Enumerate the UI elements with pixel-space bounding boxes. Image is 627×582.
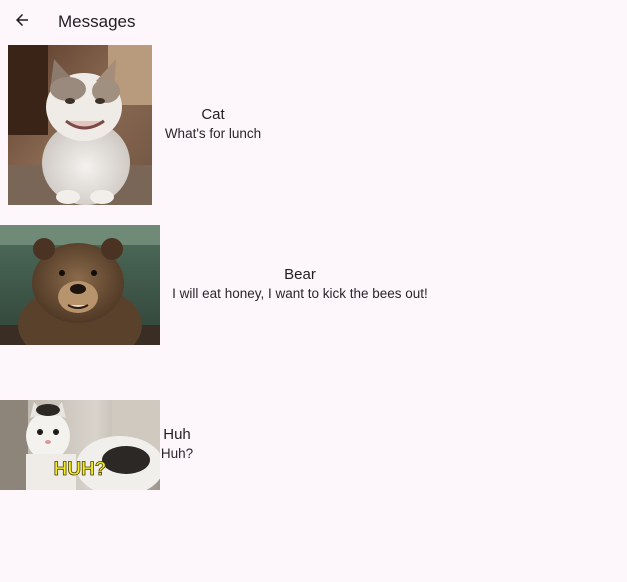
sender-name: Cat [201,106,225,123]
sender-name: Bear [284,266,316,283]
message-item[interactable]: Cat What's for lunch [0,45,627,205]
message-text: Huh Huh? [160,425,194,463]
message-text: Cat What's for lunch [160,105,266,143]
bear-avatar-image [0,225,160,345]
message-item[interactable]: Bear I will eat honey, I want to kick th… [0,225,627,345]
arrow-back-icon [13,11,31,34]
huh-caption-text: HUH? [54,459,107,480]
app-bar: Messages [0,0,627,44]
back-button[interactable] [4,4,40,40]
huh-cat-avatar-image: HUH? [0,400,160,490]
message-text: Bear I will eat honey, I want to kick th… [160,265,440,303]
message-preview: I will eat honey, I want to kick the bee… [172,286,428,301]
message-item[interactable]: HUH? Huh Huh? [0,400,627,490]
message-preview: Huh? [160,446,194,461]
cat-avatar-image [8,45,152,205]
page-title: Messages [58,12,136,31]
message-preview: What's for lunch [164,126,262,141]
sender-name: Huh [163,426,191,443]
